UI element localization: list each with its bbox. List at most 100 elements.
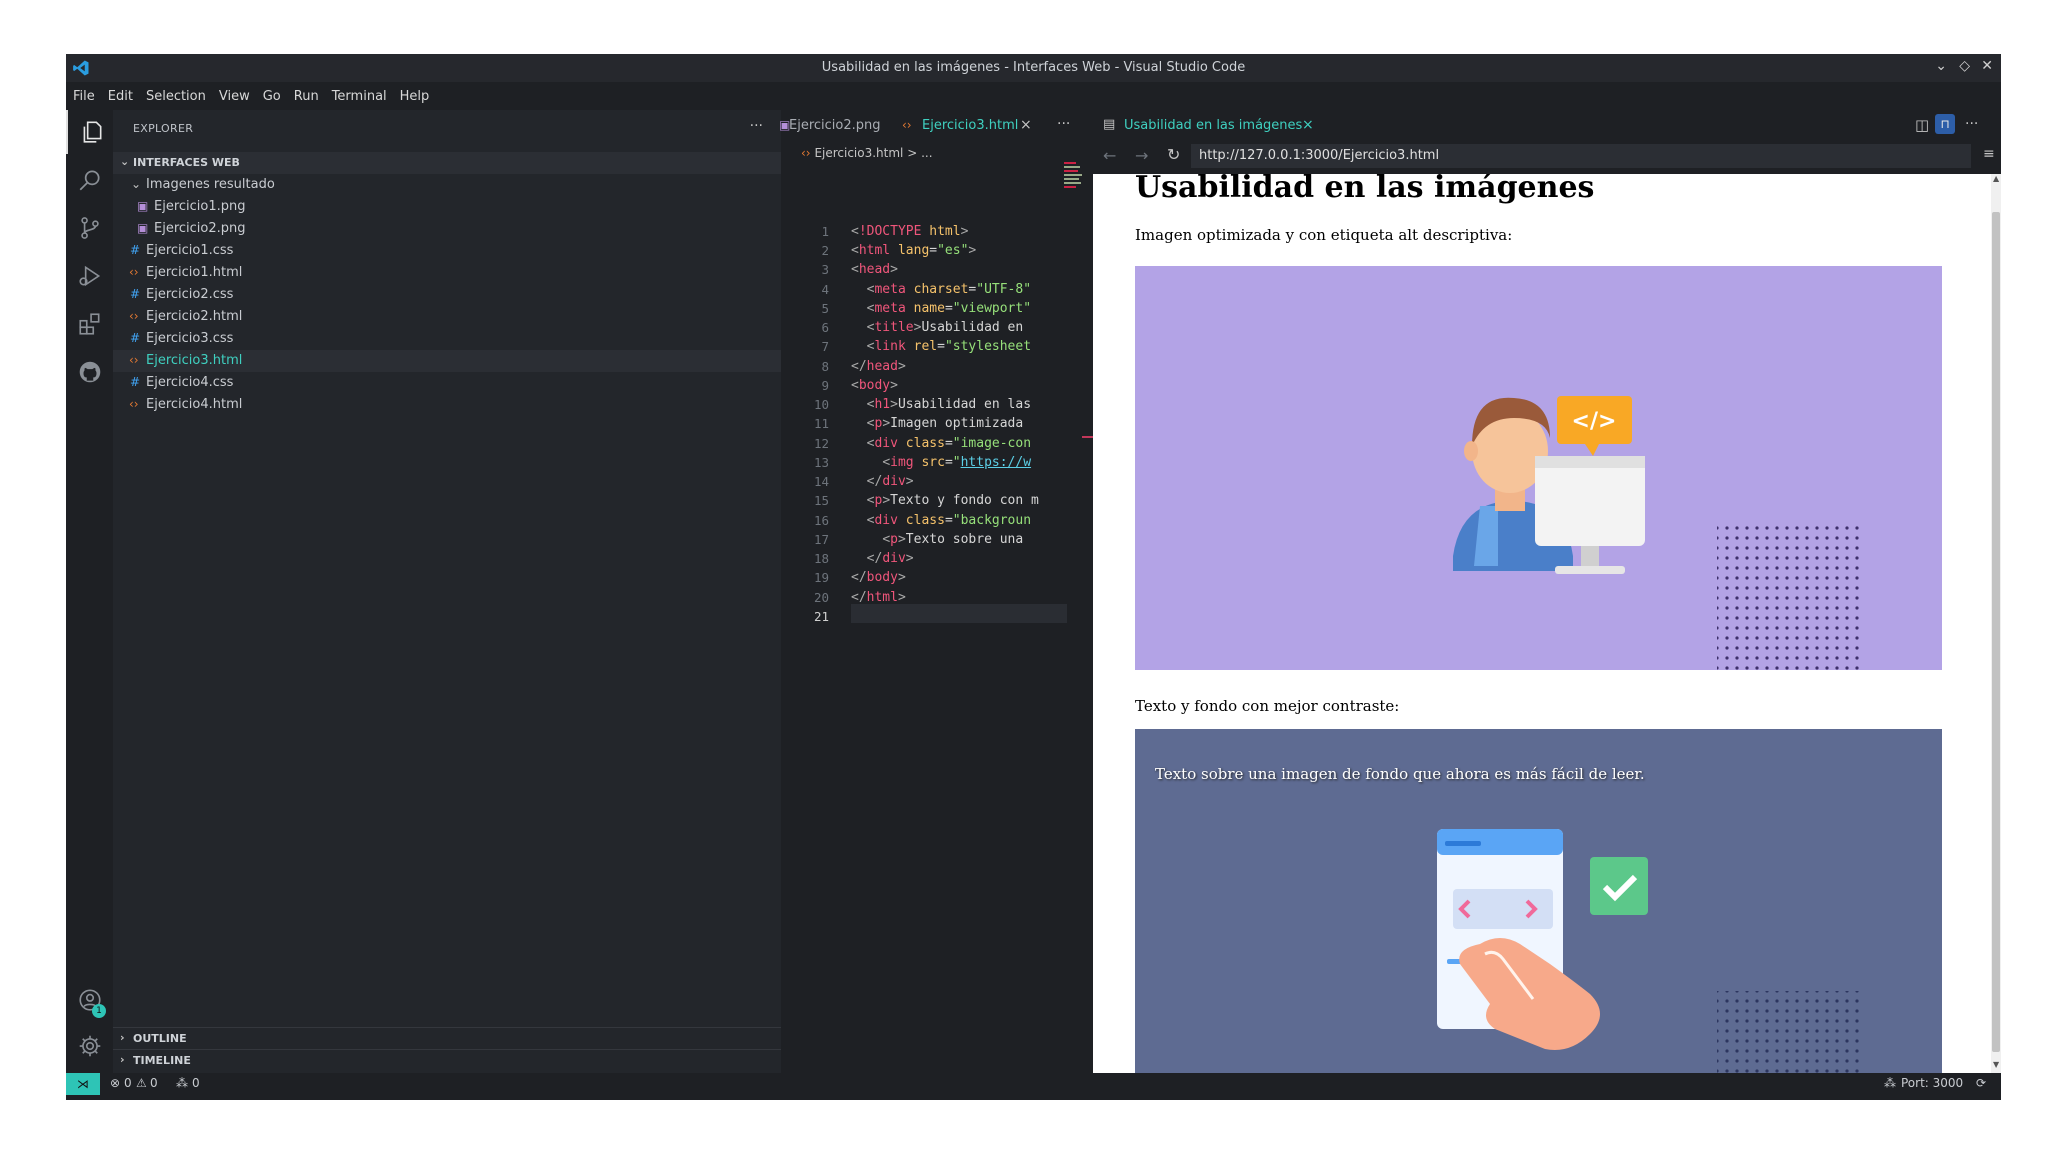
css-file-icon: # — [130, 331, 141, 345]
html-file-icon: ‹› — [902, 118, 912, 132]
line-number: 10 — [813, 397, 829, 412]
antenna-icon: ⁂ — [1884, 1076, 1896, 1090]
menu-edit[interactable]: Edit — [101, 82, 139, 104]
menu-go[interactable]: Go — [256, 82, 287, 104]
source-control-icon[interactable] — [66, 206, 113, 250]
image-file-icon: ▣ — [137, 221, 149, 235]
tree-folder-imagenes[interactable]: ⌄ Imagenes resultado — [113, 174, 781, 196]
hamburger-menu-icon[interactable]: ≡ — [1983, 146, 1995, 162]
scroll-marker — [1082, 436, 1093, 438]
html-file-icon: ‹› — [129, 265, 139, 279]
tree-file-ejercicio4-css[interactable]: # Ejercicio4.css — [113, 372, 781, 394]
code-line: <p>Texto y fondo con m — [866, 493, 1039, 508]
outline-section[interactable]: › OUTLINE — [113, 1027, 781, 1050]
code-line: <img src="https://w — [882, 455, 1032, 470]
scroll-down-icon[interactable]: ▼ — [1993, 1060, 1999, 1069]
reload-icon[interactable]: ↻ — [1167, 145, 1180, 164]
tree-file-ejercicio4-html[interactable]: ‹› Ejercicio4.html — [113, 394, 781, 416]
preview-pane: ▤ Usabilidad en las imágenes × ◫ ⊓ ··· ←… — [1093, 110, 2001, 1073]
warning-icon[interactable]: ⚠ — [136, 1076, 147, 1090]
run-debug-icon[interactable] — [66, 254, 113, 298]
activity-bar: 1 — [66, 110, 113, 1073]
warning-count[interactable]: 0 — [150, 1076, 158, 1090]
line-number: 4 — [821, 282, 829, 297]
tree-file-ejercicio3-css[interactable]: # Ejercicio3.css — [113, 328, 781, 350]
timeline-section[interactable]: › TIMELINE — [113, 1049, 781, 1072]
html-file-icon: ‹› — [129, 397, 139, 411]
close-window-icon[interactable]: ✕ — [1981, 58, 1993, 74]
line-number: 16 — [813, 513, 829, 528]
editor-more-icon[interactable]: ··· — [1057, 116, 1070, 132]
minimize-icon[interactable]: ⌄ — [1935, 58, 1947, 74]
explorer-header: EXPLORER — [133, 122, 194, 135]
menu-help[interactable]: Help — [393, 82, 436, 104]
line-number: 13 — [813, 455, 829, 470]
menu-run[interactable]: Run — [287, 82, 325, 104]
tree-file-ejercicio1-html[interactable]: ‹› Ejercicio1.html — [113, 262, 781, 284]
menu-view[interactable]: View — [212, 82, 256, 104]
tree-file-ejercicio1-css[interactable]: # Ejercicio1.css — [113, 240, 781, 262]
tab-preview[interactable]: ▤ Usabilidad en las imágenes × — [1093, 110, 1315, 144]
line-number: 19 — [813, 570, 829, 585]
menu-terminal[interactable]: Terminal — [325, 82, 393, 104]
dot-pattern — [1717, 991, 1865, 1073]
menu-selection[interactable]: Selection — [139, 82, 212, 104]
line-number: 12 — [813, 436, 829, 451]
minimap[interactable] — [1064, 160, 1084, 200]
lock-icon[interactable]: ⊓ — [1935, 114, 1955, 134]
overlay-text: Texto sobre una imagen de fondo que ahor… — [1155, 765, 1645, 783]
dot-pattern — [1717, 522, 1865, 670]
forward-arrow-icon[interactable]: → — [1135, 146, 1148, 165]
line-number: 3 — [821, 262, 829, 277]
github-icon[interactable] — [66, 350, 113, 394]
explorer-sidebar: EXPLORER ··· ⌄ INTERFACES WEB ⌄ Imagenes… — [113, 110, 781, 1073]
line-number: 6 — [821, 320, 829, 335]
search-icon[interactable] — [66, 158, 113, 202]
close-tab-icon[interactable]: × — [1302, 117, 1314, 133]
url-input[interactable]: http://127.0.0.1:3000/Ejercicio3.html — [1191, 144, 1971, 168]
folder-interfaces-web[interactable]: ⌄ INTERFACES WEB — [113, 152, 781, 174]
preview-tab-label: Usabilidad en las imágenes — [1124, 118, 1303, 133]
accounts-badge: 1 — [92, 1004, 106, 1018]
ports-count[interactable]: 0 — [192, 1076, 200, 1090]
page-heading: Usabilidad en las imágenes — [1135, 174, 1595, 205]
rendered-page: Usabilidad en las imágenes Imagen optimi… — [1093, 174, 1991, 1073]
error-icon[interactable]: ⊗ — [110, 1076, 120, 1090]
files-icon[interactable] — [66, 110, 115, 154]
title-bar: Usabilidad en las imágenes - Interfaces … — [66, 54, 2001, 82]
explorer-more-icon[interactable]: ··· — [750, 118, 763, 134]
accounts-icon[interactable]: 1 — [66, 978, 113, 1022]
url-bar: ← → ↻ http://127.0.0.1:3000/Ejercicio3.h… — [1093, 142, 2001, 174]
preview-more-icon[interactable]: ··· — [1965, 116, 1978, 132]
menu-file[interactable]: File — [66, 82, 101, 104]
back-arrow-icon[interactable]: ← — [1103, 146, 1116, 165]
code-line: </head> — [851, 359, 906, 374]
css-file-icon: # — [130, 243, 141, 257]
tab-ejercicio2-png[interactable]: ▣ Ejercicio2.png — [779, 110, 896, 142]
maximize-icon[interactable]: ◇ — [1959, 58, 1970, 74]
code-line: </body> — [851, 570, 906, 585]
notifications-icon[interactable]: ⟳ — [1976, 1076, 1986, 1090]
settings-gear-icon[interactable] — [66, 1024, 113, 1068]
close-tab-icon[interactable]: × — [1020, 117, 1032, 133]
tree-file-ejercicio3-html[interactable]: ‹› Ejercicio3.html — [113, 350, 781, 372]
tree-file-ejercicio2-html[interactable]: ‹› Ejercicio2.html — [113, 306, 781, 328]
extensions-icon[interactable] — [66, 302, 113, 346]
window-title: Usabilidad en las imágenes - Interfaces … — [821, 60, 1246, 75]
scroll-up-icon[interactable]: ▲ — [1993, 174, 1999, 183]
line-number: 15 — [813, 493, 829, 508]
tab-ejercicio3-html[interactable]: ‹› Ejercicio3.html × — [896, 110, 1036, 142]
scrollbar-thumb[interactable] — [1992, 212, 2000, 1052]
paragraph-contrast: Texto y fondo con mejor contraste: — [1135, 697, 1400, 715]
tree-file-ejercicio2-css[interactable]: # Ejercicio2.css — [113, 284, 781, 306]
editor-group: ▣ Ejercicio2.png ‹› Ejercicio3.html × ··… — [779, 110, 1093, 1073]
live-server-port[interactable]: Port: 3000 — [1901, 1076, 1963, 1090]
code-line: <link rel="stylesheet — [866, 339, 1032, 354]
remote-icon[interactable]: ⋊ — [66, 1073, 100, 1095]
error-count[interactable]: 0 — [124, 1076, 132, 1090]
port-forward-icon[interactable]: ⁂ — [176, 1076, 188, 1090]
tree-file-ejercicio1-png[interactable]: ▣ Ejercicio1.png — [113, 196, 781, 218]
split-editor-icon[interactable]: ◫ — [1915, 116, 1929, 134]
preview-scrollbar[interactable]: ▲ ▼ — [1991, 174, 2001, 1073]
tree-file-ejercicio2-png[interactable]: ▣ Ejercicio2.png — [113, 218, 781, 240]
